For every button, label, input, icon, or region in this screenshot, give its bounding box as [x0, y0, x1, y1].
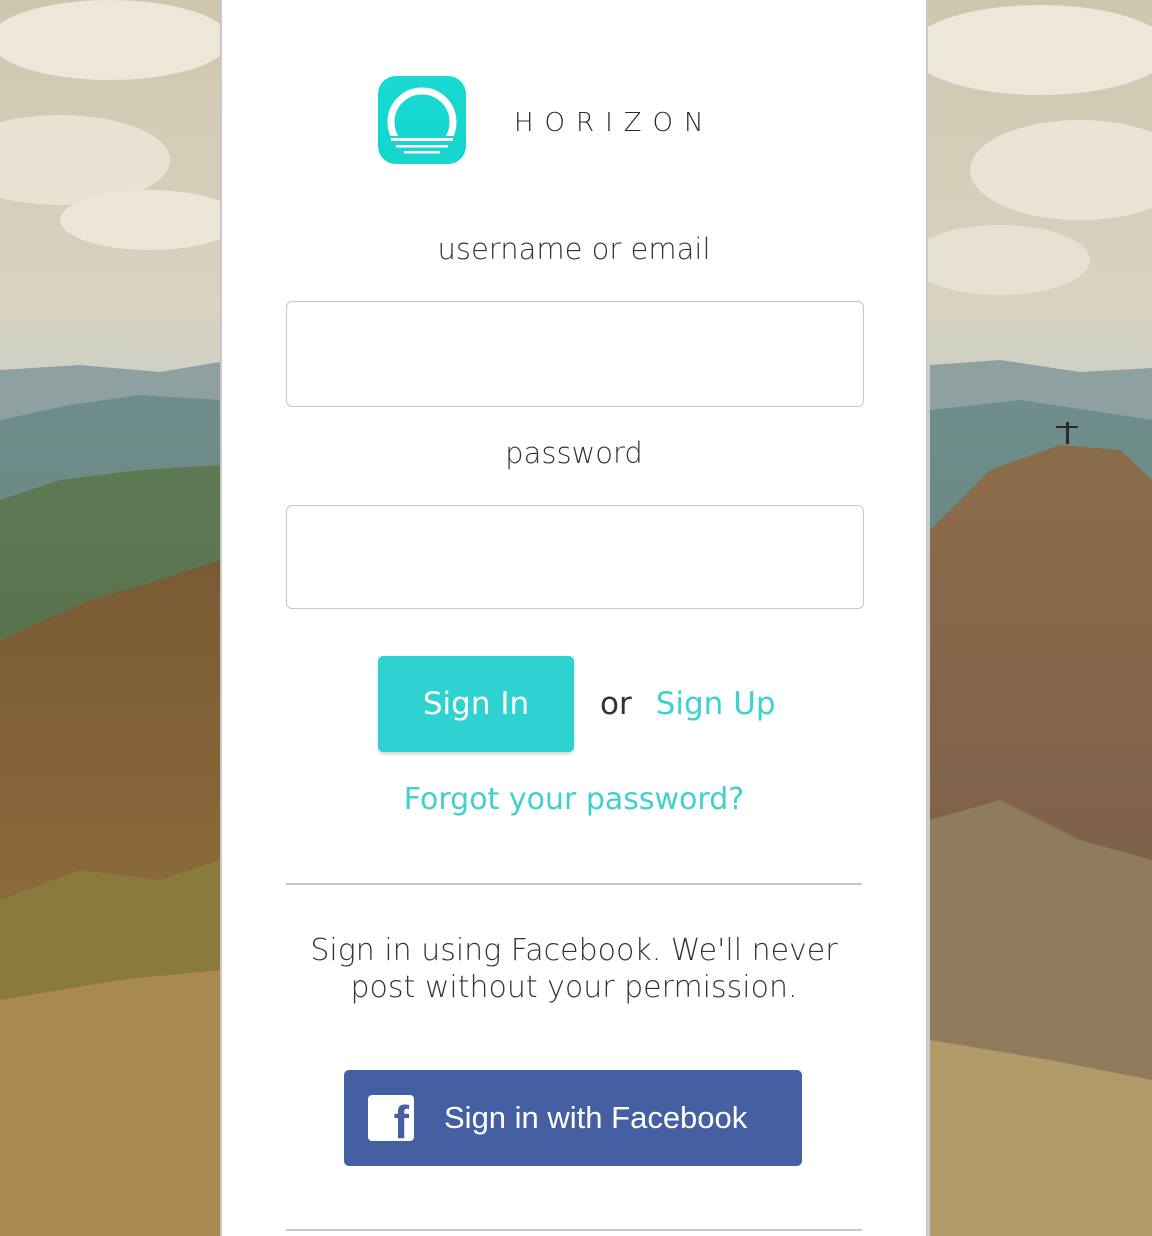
sign-up-link[interactable]: Sign Up — [656, 686, 776, 722]
username-label: username or email — [437, 232, 711, 266]
horizon-sunrise-icon — [378, 76, 466, 164]
forgot-password-link[interactable]: Forgot your password? — [222, 782, 926, 817]
username-input[interactable] — [286, 301, 864, 407]
facebook-icon: f — [368, 1095, 414, 1145]
or-text: or — [600, 686, 632, 722]
auth-actions: Sign In or Sign Up — [378, 656, 776, 752]
login-panel: HORIZON username or email password Sign … — [220, 0, 928, 1236]
brand-header: HORIZON — [378, 76, 714, 164]
password-label: password — [505, 436, 643, 470]
facebook-note: Sign in using Facebook. We'll never post… — [310, 933, 838, 1005]
divider — [286, 883, 862, 885]
facebook-button-label: Sign in with Facebook — [444, 1100, 748, 1135]
sign-in-button[interactable]: Sign In — [378, 656, 574, 752]
divider — [286, 1229, 862, 1231]
password-input[interactable] — [286, 505, 864, 609]
brand-name: HORIZON — [514, 108, 715, 138]
facebook-sign-in-button[interactable]: f Sign in with Facebook — [344, 1070, 802, 1166]
